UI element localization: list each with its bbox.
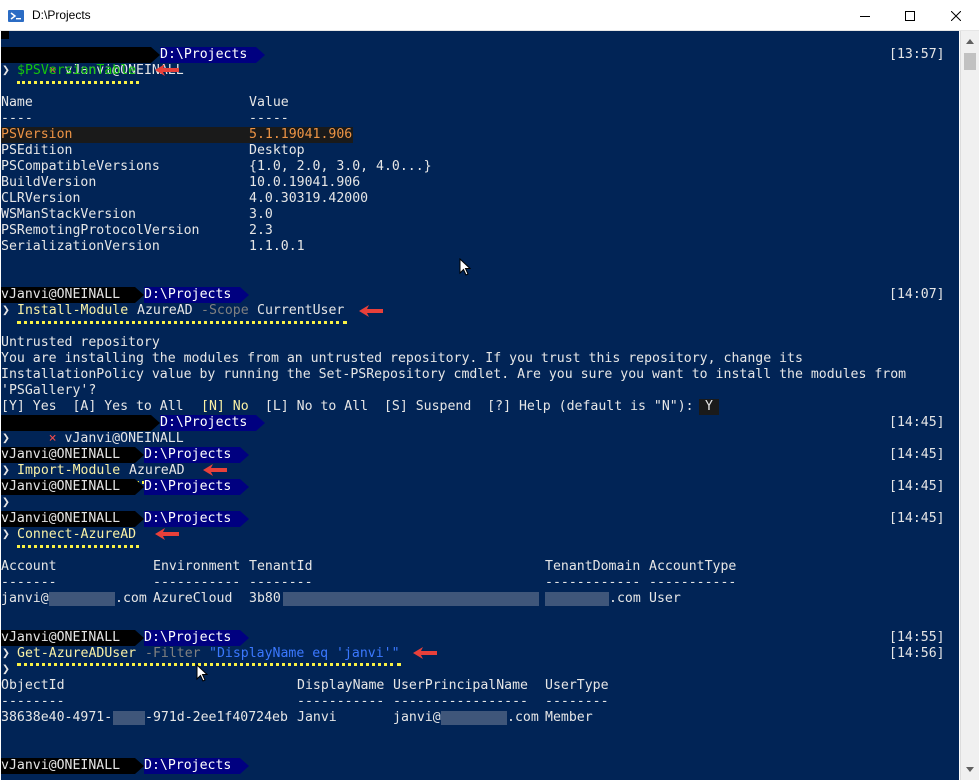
prompt-line: × vJanvi@ONEINALL D:\Projects [14:45] bbox=[1, 415, 959, 446]
mouse-cursor-icon bbox=[459, 258, 471, 276]
prompt-line: vJanvi@ONEINALL D:\Projects [14:55] bbox=[1, 630, 959, 646]
annotation-underline bbox=[17, 545, 139, 548]
prompt-path: D:\Projects bbox=[160, 415, 256, 431]
scroll-down-button[interactable] bbox=[961, 761, 979, 778]
timestamp: [14:56] bbox=[889, 646, 945, 661]
header-name: Name bbox=[1, 95, 33, 110]
redacted-blur bbox=[49, 592, 115, 606]
annotation-arrow-icon bbox=[359, 305, 383, 317]
powershell-icon bbox=[8, 10, 24, 22]
confirm-prompt: [Y] Yes [A] Yes to All [N] No [L] No to … bbox=[1, 399, 719, 415]
redacted-blur bbox=[113, 711, 145, 725]
close-icon bbox=[951, 10, 961, 21]
header-value: Value bbox=[249, 95, 289, 110]
close-button[interactable] bbox=[933, 0, 979, 31]
prompt-user: vJanvi@ONEINALL bbox=[1, 630, 135, 646]
annotation-arrow-icon bbox=[203, 464, 227, 476]
annotation-arrow-icon bbox=[155, 64, 179, 76]
prompt-line: vJanvi@ONEINALL D:\Projects [14:07] bbox=[1, 287, 959, 303]
title-bar: D:\Projects bbox=[0, 0, 979, 31]
vertical-scrollbar[interactable] bbox=[960, 31, 979, 780]
prompt-path: D:\Projects bbox=[144, 630, 240, 646]
table-row: BuildVersion 10.0.19041.906 bbox=[1, 175, 361, 190]
prompt-line: vJanvi@ONEINALL D:\Projects [14:45] bbox=[1, 447, 959, 463]
prompt-path: D:\Projects bbox=[144, 287, 240, 303]
prompt-path: D:\Projects bbox=[144, 447, 240, 463]
command-line: ❯ Connect-AzureAD bbox=[2, 527, 137, 542]
table-row: WSManStackVersion 3.0 bbox=[1, 207, 273, 222]
maximize-button[interactable] bbox=[887, 0, 933, 31]
prompt-line: vJanvi@ONEINALL D:\Projects [14:45] bbox=[1, 511, 959, 527]
timestamp: [14:45] bbox=[889, 447, 945, 462]
table-row: SerializationVersion 1.1.0.1 bbox=[1, 239, 305, 254]
prompt-user: vJanvi@ONEINALL bbox=[1, 479, 135, 495]
timestamp: [13:57] bbox=[889, 47, 945, 62]
prompt-user: vJanvi@ONEINALL bbox=[1, 511, 135, 527]
table-row: PSCompatibleVersions {1.0, 2.0, 3.0, 4.0… bbox=[1, 159, 432, 174]
table-row: PSRemotingProtocolVersion 2.3 bbox=[1, 223, 273, 238]
timestamp: [14:55] bbox=[889, 630, 945, 645]
prompt-line: vJanvi@ONEINALL D:\Projects [14:45] bbox=[1, 479, 959, 495]
timestamp: [14:45] bbox=[889, 479, 945, 494]
cursor bbox=[1, 31, 9, 39]
window-title: D:\Projects bbox=[32, 8, 91, 22]
annotation-arrow-icon bbox=[155, 528, 179, 540]
prompt-user: vJanvi@ONEINALL bbox=[1, 447, 135, 463]
command-text: $PSVersionTable bbox=[17, 63, 137, 78]
timestamp: [14:07] bbox=[889, 287, 945, 302]
mouse-cursor-icon bbox=[196, 664, 208, 682]
prompt-line: × vJanvi@ONEINALL D:\Projects [13:57] bbox=[1, 47, 959, 78]
prompt-path: D:\Projects bbox=[144, 758, 240, 774]
prompt-user: vJanvi@ONEINALL bbox=[64, 431, 184, 446]
scroll-up-button[interactable] bbox=[961, 33, 979, 50]
prompt-path: D:\Projects bbox=[144, 511, 240, 527]
command-line: ❯ Import-Module AzureAD bbox=[2, 463, 185, 478]
annotation-underline bbox=[17, 663, 401, 666]
annotation-underline bbox=[17, 321, 347, 324]
redacted-blur bbox=[441, 711, 507, 725]
annotation-arrow-icon bbox=[413, 647, 437, 659]
error-mark: × bbox=[48, 431, 57, 446]
prompt-user: vJanvi@ONEINALL bbox=[1, 287, 135, 303]
annotation-underline bbox=[17, 81, 139, 84]
command-line: ❯ $PSVersionTable bbox=[2, 63, 137, 78]
table-row: CLRVersion 4.0.30319.42000 bbox=[1, 191, 369, 206]
chevron-down-icon bbox=[966, 767, 974, 772]
chevron-up-icon bbox=[966, 39, 974, 44]
maximize-icon bbox=[905, 10, 915, 21]
redacted-blur bbox=[283, 592, 539, 606]
timestamp: [14:45] bbox=[889, 511, 945, 526]
table-row: PSEdition Desktop bbox=[1, 143, 305, 158]
command-line: ❯ Get-AzureADUser -Filter "DisplayName e… bbox=[2, 646, 945, 661]
prompt-path: D:\Projects bbox=[160, 47, 256, 63]
redacted-blur bbox=[545, 592, 609, 606]
command-line: ❯ Install-Module AzureAD -Scope CurrentU… bbox=[2, 303, 345, 318]
table-row: 38638e40-4971- -971d-2ee1f40724eb Janvi … bbox=[1, 710, 593, 725]
table-row: PSVersion 5.1.19041.906 bbox=[1, 127, 353, 143]
console-area[interactable]: × vJanvi@ONEINALL D:\Projects [13:57] ❯ … bbox=[1, 31, 959, 780]
timestamp: [14:45] bbox=[889, 415, 945, 430]
prompt-path: D:\Projects bbox=[144, 479, 240, 495]
table-row: janvi@ .com AzureCloud 3b80 .com User bbox=[1, 591, 681, 606]
prompt-user: vJanvi@ONEINALL bbox=[1, 758, 135, 774]
prompt-line: vJanvi@ONEINALL D:\Projects bbox=[1, 758, 959, 774]
answer-input[interactable]: Y bbox=[699, 399, 719, 415]
minimize-icon bbox=[860, 15, 870, 17]
scrollbar-thumb[interactable] bbox=[964, 53, 976, 70]
minimize-button[interactable] bbox=[842, 0, 888, 31]
